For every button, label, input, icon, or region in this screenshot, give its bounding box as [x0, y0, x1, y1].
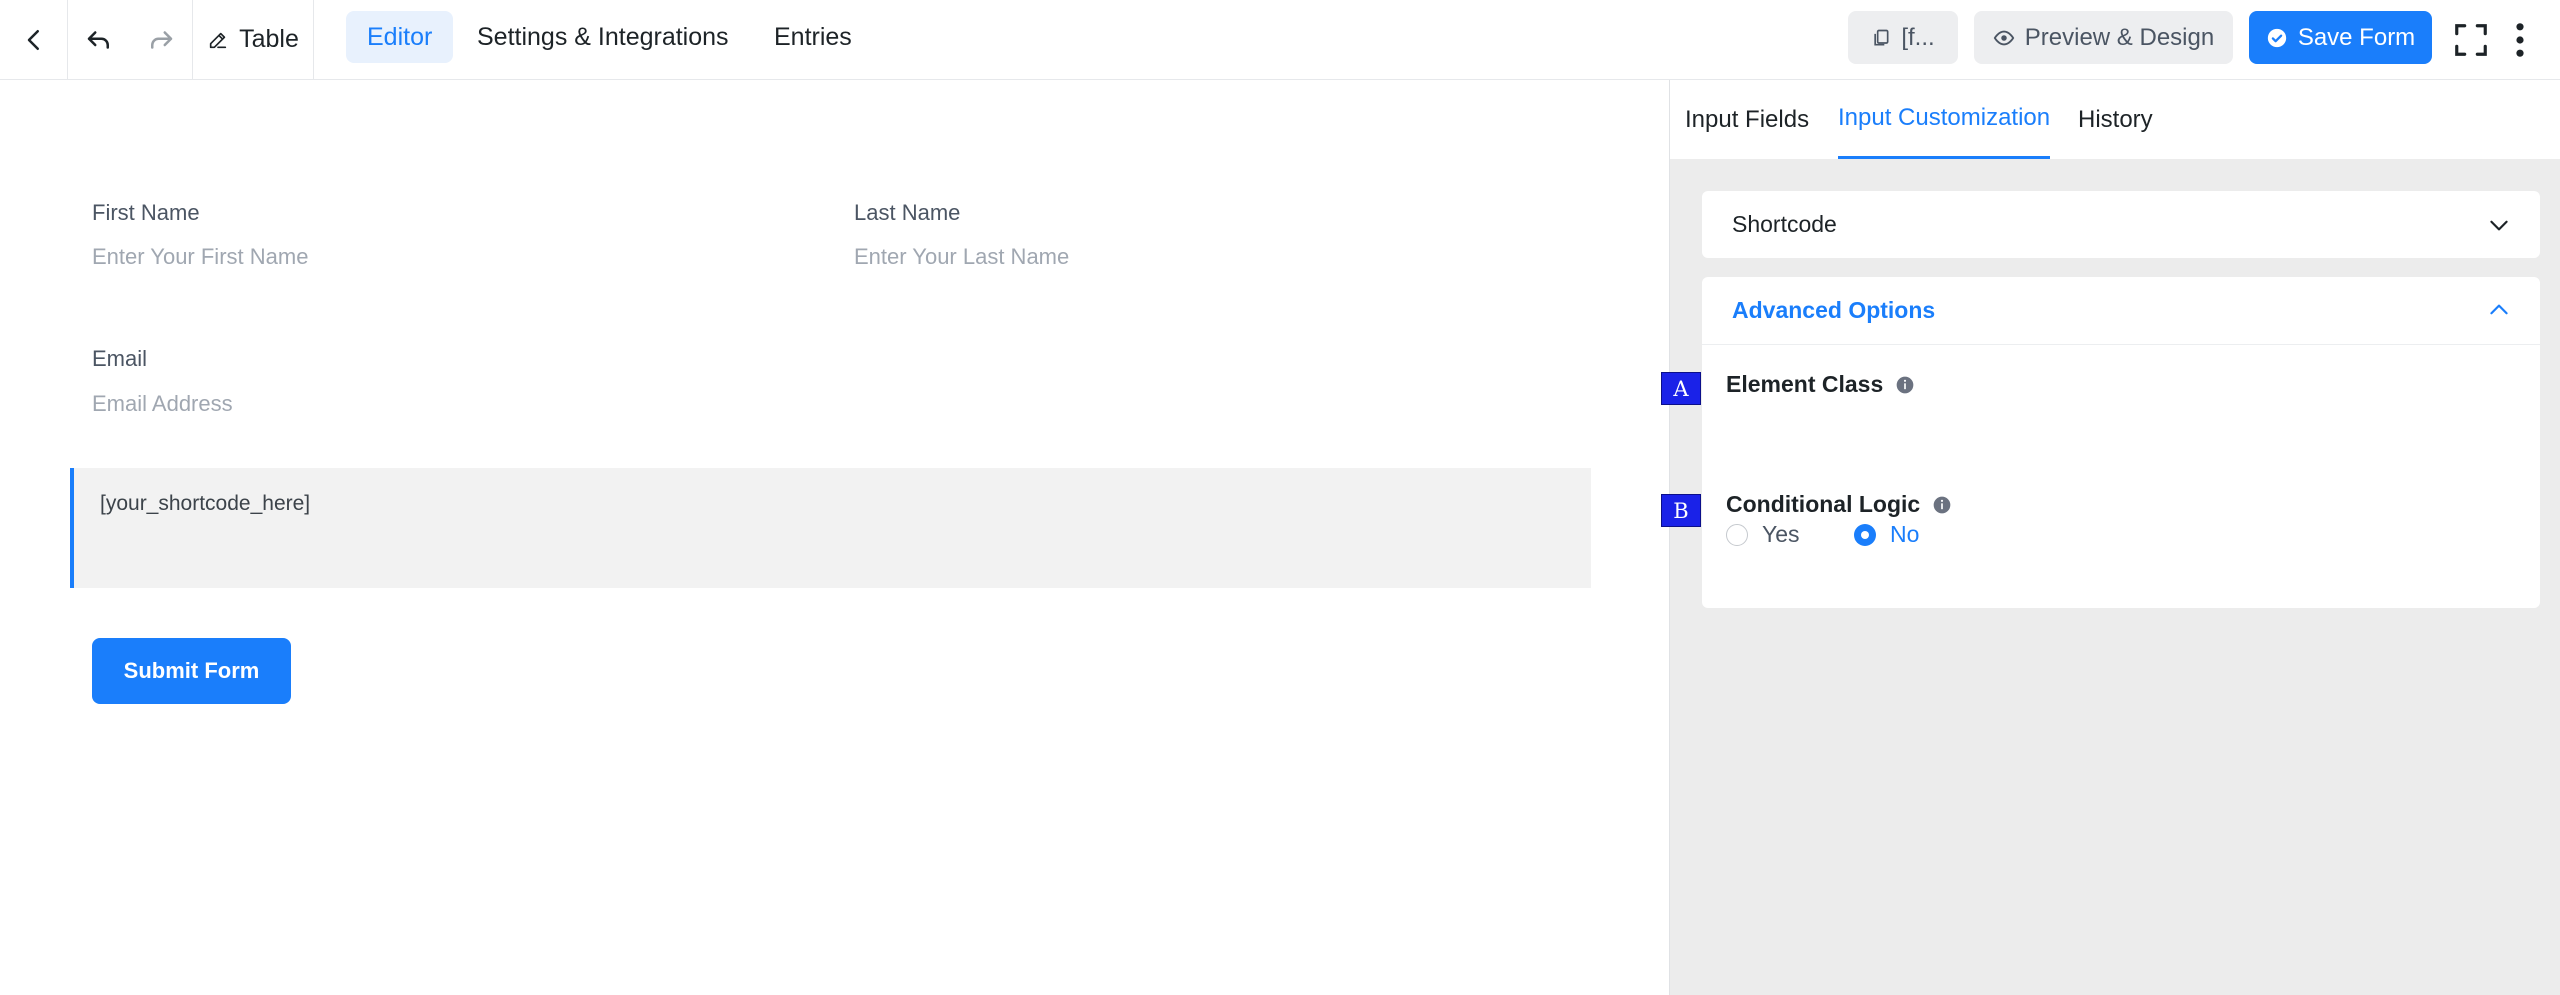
form-editor-canvas: First Name Enter Your First Name Last Na… — [0, 80, 1669, 995]
save-form-label: Save Form — [2297, 23, 2416, 51]
top-bar: Table Editor Settings & Integrations Ent… — [0, 0, 2560, 80]
kebab-menu-icon — [2516, 22, 2524, 57]
shortcode-text: [your_shortcode_here] — [100, 492, 311, 515]
tab-editor[interactable]: Editor — [346, 11, 454, 63]
conditional-logic-text: Conditional Logic — [1726, 491, 1921, 517]
marker-b: B — [1661, 494, 1701, 527]
eye-icon — [1993, 30, 2015, 45]
advanced-options-header[interactable]: Advanced Options — [1702, 277, 2540, 345]
first-name-placeholder: Enter Your First Name — [92, 244, 309, 269]
shortcode-copy-button[interactable]: [f... — [1848, 11, 1958, 64]
tab-settings-integrations[interactable]: Settings & Integrations — [456, 11, 750, 63]
fullscreen-button[interactable] — [2448, 0, 2494, 79]
first-name-label: First Name — [92, 200, 200, 225]
element-class-label: Element Class — [1726, 371, 1915, 398]
shortcode-copy-label: [f... — [1901, 23, 1935, 51]
fullscreen-icon — [2455, 23, 2487, 56]
radio-no-label: No — [1890, 521, 1920, 547]
chevron-up-icon — [2490, 304, 2508, 315]
shortcode-section-title: Shortcode — [1732, 211, 1837, 237]
last-name-label: Last Name — [854, 200, 961, 225]
info-icon[interactable] — [1932, 495, 1952, 515]
radio-no-circle[interactable] — [1854, 523, 1876, 546]
undo-button[interactable] — [68, 0, 130, 79]
preview-design-button[interactable]: Preview & Design — [1974, 11, 2233, 64]
chevron-left-icon — [27, 29, 39, 50]
form-title[interactable]: Table — [193, 0, 314, 79]
check-circle-icon — [2267, 28, 2286, 47]
tab-input-fields[interactable]: Input Fields — [1685, 80, 1809, 159]
email-placeholder: Email Address — [92, 391, 233, 416]
radio-yes-circle[interactable] — [1726, 523, 1748, 546]
tab-history[interactable]: History — [2078, 80, 2153, 159]
redo-button[interactable] — [130, 0, 193, 79]
element-class-text: Element Class — [1726, 371, 1884, 397]
more-options-button[interactable] — [2500, 0, 2540, 79]
redo-icon — [151, 30, 173, 49]
chevron-down-icon — [2490, 220, 2508, 231]
last-name-placeholder: Enter Your Last Name — [854, 244, 1070, 269]
shortcode-field[interactable]: [your_shortcode_here] — [70, 468, 1591, 588]
back-button[interactable] — [0, 0, 68, 79]
pencil-icon — [209, 32, 227, 48]
preview-design-label: Preview & Design — [2024, 23, 2215, 51]
tab-input-customization[interactable]: Input Customization — [1838, 80, 2051, 159]
sidebar-tabs: Input Fields Input Customization History — [1670, 80, 2560, 159]
advanced-options-section: Advanced Options Element Class Condition… — [1702, 277, 2540, 608]
submit-form-button[interactable]: Submit Form — [92, 638, 291, 704]
copy-icon — [1874, 29, 1889, 45]
info-icon[interactable] — [1895, 375, 1915, 395]
form-title-text: Table — [239, 25, 299, 53]
email-label: Email — [92, 346, 148, 371]
settings-sidebar: Input Fields Input Customization History… — [1669, 80, 2560, 995]
shortcode-section[interactable]: Shortcode — [1702, 191, 2540, 258]
save-form-button[interactable]: Save Form — [2249, 11, 2432, 64]
marker-a: A — [1661, 372, 1701, 405]
radio-yes[interactable]: Yes — [1726, 521, 1800, 548]
radio-yes-label: Yes — [1762, 521, 1800, 547]
radio-no[interactable]: No — [1854, 521, 1919, 548]
tab-entries[interactable]: Entries — [753, 11, 873, 63]
undo-icon — [87, 30, 109, 49]
advanced-options-title: Advanced Options — [1732, 297, 1936, 323]
conditional-logic-label: Conditional Logic — [1726, 491, 1952, 518]
